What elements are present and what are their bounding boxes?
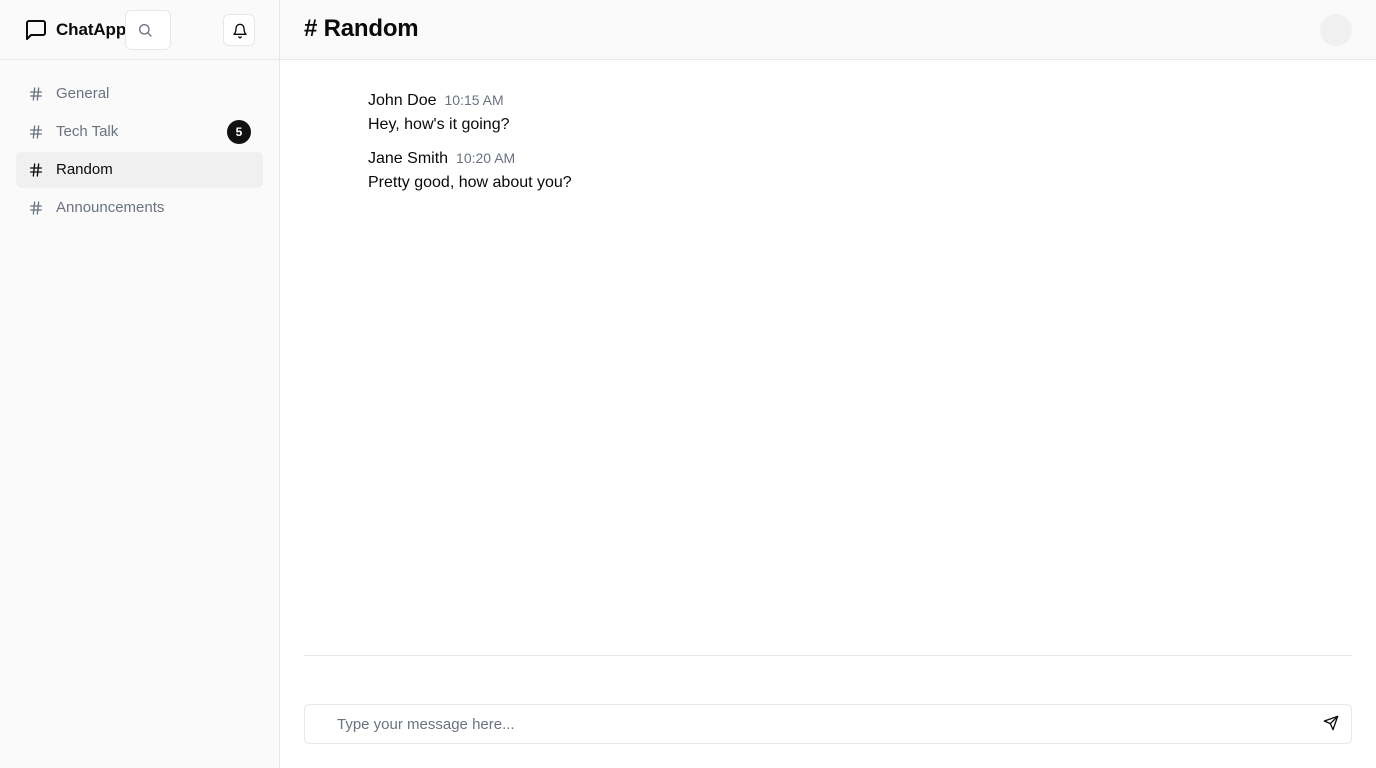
message-text: Hey, how's it going? [368,116,510,133]
message-input[interactable] [305,705,1351,743]
hash-icon [28,124,44,144]
message-composer [304,704,1352,744]
app-name: ChatApp [56,20,127,39]
brand: ChatApp [24,18,126,42]
message-meta: John Doe 10:15 AM [368,92,572,110]
message-list: John Doe 10:15 AM Hey, how's it going? J… [368,92,572,208]
sidebar-item-tech-talk[interactable]: Tech Talk 5 [16,114,263,150]
hash-icon [28,86,44,106]
send-button[interactable] [1323,715,1341,733]
message-meta: Jane Smith 10:20 AM [368,150,572,168]
send-icon [1323,715,1339,735]
message-author: John Doe [368,92,437,109]
message-timestamp: 10:20 AM [456,150,516,166]
sidebar-header: ChatApp [0,0,279,60]
search-button[interactable] [125,10,171,50]
divider [304,655,1352,656]
sidebar-item-label: General [56,85,110,102]
sidebar-item-label: Tech Talk [56,123,119,140]
sidebar-item-announcements[interactable]: Announcements [16,190,263,226]
hash-icon [28,200,44,220]
app-root: ChatApp General Tech Talk 5 Random Annou… [0,0,1376,768]
sidebar-item-label: Announcements [56,199,165,216]
notifications-button[interactable] [223,14,255,46]
unread-badge: 5 [227,120,251,144]
message-square-icon [24,18,48,42]
main-panel: # Random John Doe 10:15 AM Hey, how's it… [280,0,1376,768]
list-item: John Doe 10:15 AM Hey, how's it going? [368,92,572,134]
sidebar-item-random[interactable]: Random [16,152,263,188]
message-text: Pretty good, how about you? [368,174,572,191]
sidebar: ChatApp General Tech Talk 5 Random Annou… [0,0,280,768]
avatar[interactable] [1320,14,1352,46]
list-item: Jane Smith 10:20 AM Pretty good, how abo… [368,150,572,192]
sidebar-item-label: Random [56,161,113,178]
sidebar-item-general[interactable]: General [16,76,263,112]
message-timestamp: 10:15 AM [444,92,504,108]
channel-list: General Tech Talk 5 Random Announcements [0,60,279,226]
channel-header: # Random [280,0,1376,60]
hash-icon [28,162,44,182]
message-author: Jane Smith [368,150,449,167]
page-title: # Random [304,15,419,42]
